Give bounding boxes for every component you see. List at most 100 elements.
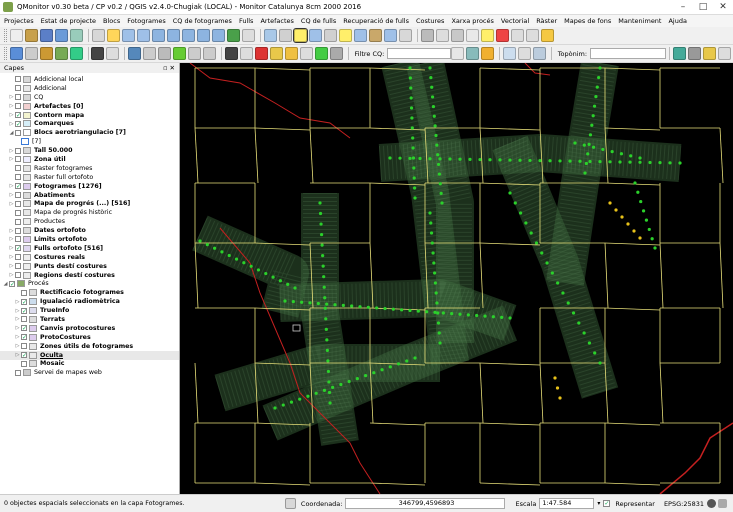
select-icon[interactable]	[279, 29, 292, 42]
dropdown-arrow-icon[interactable]	[239, 47, 253, 60]
menu-item-0[interactable]: Projectes	[4, 17, 34, 25]
settings-icon[interactable]	[541, 29, 554, 42]
dropdown-arrow-icon[interactable]	[518, 47, 531, 60]
db-icon[interactable]	[9, 47, 23, 60]
expand-arrow-icon[interactable]: ▷	[8, 245, 15, 251]
dropdown-arrow-icon[interactable]	[106, 47, 120, 60]
expand-arrow-icon[interactable]: ▷	[8, 183, 15, 189]
menu-item-13[interactable]: Mapes de fons	[564, 17, 611, 25]
expand-arrow-icon[interactable]: ▷	[8, 236, 15, 242]
expand-arrow-icon[interactable]: ▷	[14, 325, 21, 331]
layer-checkbox[interactable]: ✓	[21, 352, 27, 359]
render-checkbox[interactable]: ✓	[603, 500, 611, 507]
layer-item[interactable]: ▷ Artefactes [0]	[0, 102, 179, 111]
label-pin-icon[interactable]	[466, 29, 479, 42]
menu-item-9[interactable]: Costures	[416, 17, 445, 25]
export-icon[interactable]	[158, 47, 172, 60]
layer-checkbox[interactable]	[15, 192, 21, 199]
monitor-icon[interactable]	[673, 47, 687, 60]
layer-item[interactable]: ▷ Límits ortofoto	[0, 235, 179, 244]
layer-item[interactable]: ▷ ✓ Contorn mapa	[0, 111, 179, 120]
expand-arrow-icon[interactable]: ▷	[8, 263, 15, 269]
layer-item[interactable]: ▷ ✓ Fotogrames [1276]	[0, 182, 179, 191]
select-feature-icon[interactable]	[293, 28, 308, 43]
grid-icon[interactable]	[688, 47, 702, 60]
open-project-icon[interactable]	[25, 29, 38, 42]
layer-checkbox[interactable]: ✓	[21, 298, 27, 305]
layer-checkbox[interactable]: ✓	[21, 334, 27, 341]
square-icon[interactable]	[224, 47, 238, 60]
menu-item-10[interactable]: Xarxa procés	[451, 17, 493, 25]
dropdown-arrow-icon[interactable]	[299, 47, 313, 60]
expand-arrow-icon[interactable]: ▷	[14, 308, 21, 314]
expand-arrow-icon[interactable]: ▷	[14, 334, 21, 340]
layer-item[interactable]: ▷ Tall 50.000	[0, 146, 179, 155]
map-canvas[interactable]	[180, 63, 733, 494]
layer-item[interactable]: Mapa de progrés històric	[0, 208, 179, 217]
python-icon[interactable]	[69, 47, 83, 60]
pencil-icon[interactable]	[284, 47, 298, 60]
layer-checkbox[interactable]	[21, 289, 27, 296]
layer-item[interactable]: [7]	[0, 137, 179, 146]
expand-arrow-icon[interactable]: ◢	[8, 130, 15, 136]
menu-item-4[interactable]: CQ de fotogrames	[173, 17, 232, 25]
label-icon[interactable]	[451, 29, 464, 42]
layer-item[interactable]: ▷ ✓ Comarques	[0, 119, 179, 128]
bookmark-icon[interactable]	[369, 29, 382, 42]
layer-item[interactable]: ▷ Zona útil	[0, 155, 179, 164]
layer-checkbox[interactable]	[15, 254, 21, 261]
crs-globe-icon[interactable]	[707, 499, 716, 508]
select-rect-icon[interactable]	[309, 29, 322, 42]
layer-item[interactable]: ▷ ✓ Igualació radiomètrica	[0, 297, 179, 306]
layer-checkbox[interactable]	[15, 209, 21, 216]
layer-item[interactable]: Productes	[0, 217, 179, 226]
expand-arrow-icon[interactable]: ▷	[8, 112, 15, 118]
layer-checkbox[interactable]	[21, 360, 27, 367]
float-panel-icon[interactable]: ▫	[163, 64, 167, 72]
layer-checkbox[interactable]	[15, 103, 21, 110]
pick-icon[interactable]	[533, 47, 546, 60]
layer-item[interactable]: ▷ Abatiments	[0, 191, 179, 200]
menu-item-1[interactable]: Estat de projecte	[41, 17, 96, 25]
layer-item[interactable]: ▷ Zones útils de fotogrames	[0, 342, 179, 351]
expand-arrow-icon[interactable]: ▷	[14, 352, 21, 358]
layer-add-icon[interactable]	[24, 47, 38, 60]
zoom-out-icon[interactable]	[137, 29, 150, 42]
plugin-icon[interactable]	[54, 47, 68, 60]
log-icon[interactable]	[718, 499, 727, 508]
attribute-table-icon[interactable]	[384, 29, 397, 42]
zoom-selection-icon[interactable]	[167, 29, 180, 42]
layer-item[interactable]: ▷ ✓ TrueInfo	[0, 306, 179, 315]
menu-item-2[interactable]: Blocs	[103, 17, 120, 25]
identify-icon[interactable]	[264, 29, 277, 42]
delete-icon[interactable]	[254, 47, 268, 60]
expand-arrow-icon[interactable]: ▷	[8, 94, 15, 100]
layer-checkbox[interactable]: ✓	[15, 245, 21, 252]
identify-tool-icon[interactable]	[503, 47, 516, 60]
expand-arrow-icon[interactable]: ▷	[8, 148, 15, 154]
menu-item-5[interactable]: Fulls	[239, 17, 254, 25]
layer-checkbox[interactable]	[21, 316, 27, 323]
layer-item[interactable]: ▷ ✓ Oculta	[0, 350, 179, 360]
filter-settings-icon[interactable]	[481, 47, 495, 60]
layer-item[interactable]: Mosaic	[0, 360, 179, 369]
layer-checkbox[interactable]: ✓	[21, 325, 27, 332]
minimize-button[interactable]: –	[673, 0, 693, 14]
menu-item-12[interactable]: Ràster	[536, 17, 557, 25]
layer-item[interactable]: ▷ CQ	[0, 93, 179, 102]
field-calc-icon[interactable]	[399, 29, 412, 42]
layer-checkbox[interactable]	[15, 369, 21, 376]
maximize-button[interactable]: □	[693, 0, 713, 14]
layer-checkbox[interactable]	[15, 236, 21, 243]
layer-checkbox[interactable]	[15, 156, 21, 163]
scale-combo[interactable]: 1:47.584	[539, 498, 595, 509]
layer-item[interactable]: ▷ Regions destí costures	[0, 271, 179, 280]
layer-checkbox[interactable]	[15, 129, 21, 136]
save-as-icon[interactable]	[55, 29, 68, 42]
zoom-next-icon[interactable]	[212, 29, 225, 42]
expand-arrow-icon[interactable]: ▷	[8, 156, 15, 162]
layer-checkbox[interactable]: ✓	[21, 307, 27, 314]
layer-checkbox[interactable]	[15, 94, 21, 101]
zoom-in-icon[interactable]	[122, 29, 135, 42]
crs-button[interactable]: EPSG:25831	[664, 500, 704, 508]
